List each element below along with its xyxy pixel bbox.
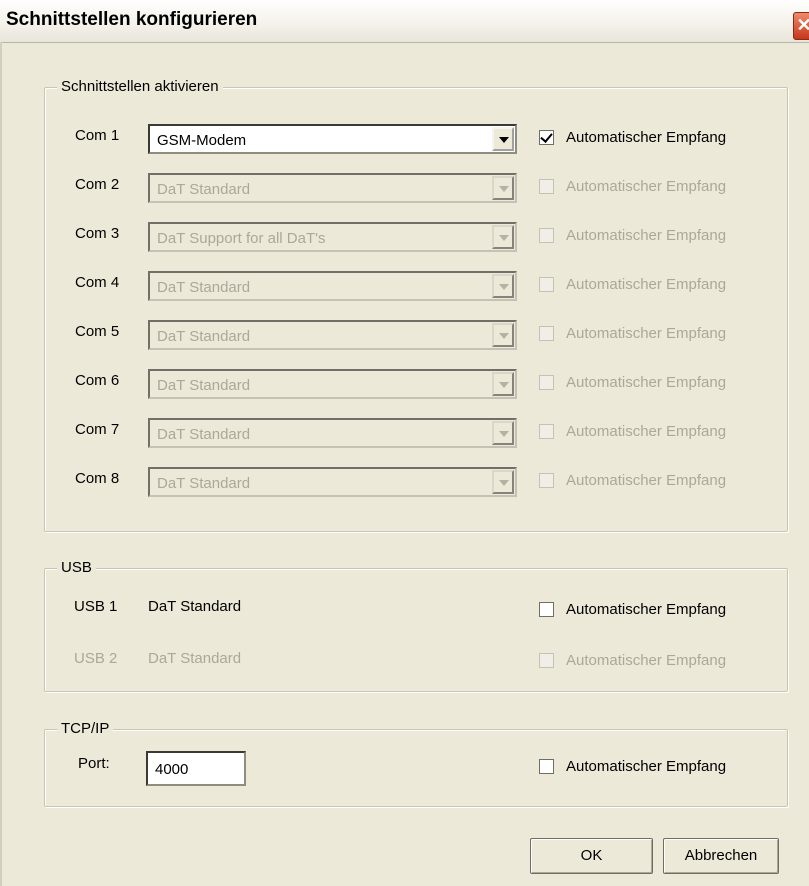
com5-auto-checkbox[interactable] [539,326,554,341]
com8-auto-checkbox[interactable] [539,473,554,488]
com3-auto-label[interactable]: Automatischer Empfang [566,227,726,244]
usb1-label: USB 1 [74,598,118,615]
com2-auto-checkbox[interactable] [539,179,554,194]
com1-selected-value: GSM-Modem [157,132,247,149]
com8-select[interactable]: DaT Standard [148,467,517,497]
ok-button[interactable]: OK [530,838,653,874]
chevron-down-icon[interactable] [492,421,514,445]
com8-auto-label[interactable]: Automatischer Empfang [566,472,726,489]
chevron-down-icon[interactable] [492,470,514,494]
com8-selected-value: DaT Standard [157,475,251,492]
com7-select[interactable]: DaT Standard [148,418,517,448]
com8-label: Com 8 [75,470,120,487]
com4-auto-label[interactable]: Automatischer Empfang [566,276,726,293]
close-icon: ✕ [796,15,809,35]
chevron-down-icon[interactable] [492,176,514,200]
com6-select[interactable]: DaT Standard [148,369,517,399]
com6-auto-checkbox[interactable] [539,375,554,390]
chevron-down-icon[interactable] [492,225,514,249]
usb2-auto-checkbox[interactable] [539,653,554,668]
com1-auto-checkbox[interactable] [539,130,554,145]
port-label: Port: [78,755,110,772]
chevron-down-icon[interactable] [492,274,514,298]
com5-auto-label[interactable]: Automatischer Empfang [566,325,726,342]
tcp-auto-label[interactable]: Automatischer Empfang [566,758,726,775]
window-frame [0,42,2,886]
com1-label: Com 1 [75,127,120,144]
com-group-label: Schnittstellen aktivieren [57,78,223,95]
com2-selected-value: DaT Standard [157,181,251,198]
chevron-down-icon[interactable] [492,372,514,396]
com5-label: Com 5 [75,323,120,340]
com6-selected-value: DaT Standard [157,377,251,394]
tcp-group-label: TCP/IP [57,720,114,737]
usb1-value: DaT Standard [148,598,242,615]
com7-auto-checkbox[interactable] [539,424,554,439]
com2-auto-label[interactable]: Automatischer Empfang [566,178,726,195]
com4-auto-checkbox[interactable] [539,277,554,292]
com3-auto-checkbox[interactable] [539,228,554,243]
com4-select[interactable]: DaT Standard [148,271,517,301]
com5-selected-value: DaT Standard [157,328,251,345]
chevron-down-icon[interactable] [492,323,514,347]
com2-select[interactable]: DaT Standard [148,173,517,203]
port-input[interactable]: 4000 [146,751,246,786]
usb1-auto-label[interactable]: Automatischer Empfang [566,601,726,618]
com4-selected-value: DaT Standard [157,279,251,296]
com6-auto-label[interactable]: Automatischer Empfang [566,374,726,391]
com4-label: Com 4 [75,274,120,291]
checkmark-icon [540,130,553,143]
usb-group-label: USB [57,559,96,576]
tcp-auto-checkbox[interactable] [539,759,554,774]
usb2-value: DaT Standard [148,650,242,667]
chevron-down-icon[interactable] [492,127,514,151]
com1-auto-label[interactable]: Automatischer Empfang [566,129,726,146]
com3-select[interactable]: DaT Support for all DaT's [148,222,517,252]
com7-selected-value: DaT Standard [157,426,251,443]
com3-selected-value: DaT Support for all DaT's [157,230,326,247]
com6-label: Com 6 [75,372,120,389]
com2-label: Com 2 [75,176,120,193]
com5-select[interactable]: DaT Standard [148,320,517,350]
port-input-value: 4000 [155,761,189,778]
usb1-auto-checkbox[interactable] [539,602,554,617]
cancel-button[interactable]: Abbrechen [663,838,779,874]
com7-label: Com 7 [75,421,120,438]
usb2-auto-label[interactable]: Automatischer Empfang [566,652,726,669]
com7-auto-label[interactable]: Automatischer Empfang [566,423,726,440]
com3-label: Com 3 [75,225,120,242]
title-bar: Schnittstellen konfigurieren ✕ [0,0,809,43]
close-button[interactable]: ✕ [793,12,809,40]
usb2-label: USB 2 [74,650,118,667]
usb-group: USB [44,559,788,692]
window-title: Schnittstellen konfigurieren [6,9,258,30]
com1-select[interactable]: GSM-Modem [148,124,517,154]
